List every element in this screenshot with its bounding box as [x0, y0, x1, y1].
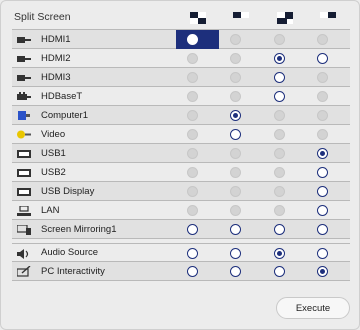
selection-highlight	[176, 30, 219, 49]
source-row: Audio Source	[12, 243, 350, 262]
radio-button	[229, 148, 241, 159]
radio-button[interactable]	[229, 129, 241, 140]
radio-button[interactable]	[316, 224, 328, 235]
radio-button[interactable]	[229, 224, 241, 235]
radio-button[interactable]	[316, 266, 328, 277]
source-label: HDMI1	[41, 33, 71, 45]
speaker-icon	[17, 248, 31, 259]
layout-2-icon	[233, 12, 249, 24]
source-row: Computer1	[12, 106, 350, 125]
usb-display-icon	[17, 149, 31, 158]
radio-button	[186, 53, 198, 64]
execute-button[interactable]: Execute	[276, 297, 350, 319]
radio-button[interactable]	[186, 34, 198, 45]
source-label: Computer1	[41, 109, 88, 121]
radio-button	[186, 148, 198, 159]
source-label: HDMI2	[41, 52, 71, 64]
radio-button	[229, 186, 241, 197]
radio-button[interactable]	[186, 266, 198, 277]
source-label: USB Display	[41, 185, 95, 197]
radio-button[interactable]	[186, 224, 198, 235]
source-row: USB1	[12, 144, 350, 163]
radio-button[interactable]	[229, 110, 241, 121]
radio-button	[229, 91, 241, 102]
radio-button[interactable]	[316, 205, 328, 216]
computer-port-icon	[17, 111, 31, 120]
usb-display-icon	[17, 168, 31, 177]
source-row: Screen Mirroring1	[12, 220, 350, 239]
source-label: HDMI3	[41, 71, 71, 83]
radio-button[interactable]	[273, 72, 285, 83]
source-label: HDBaseT	[41, 90, 83, 102]
source-row: LAN	[12, 201, 350, 220]
video-icon	[17, 130, 31, 139]
radio-button	[273, 110, 285, 121]
radio-button	[273, 34, 285, 45]
source-label: Audio Source	[41, 247, 99, 258]
pen-interactivity-icon	[17, 266, 31, 277]
source-label: Video	[41, 128, 66, 140]
radio-button	[273, 205, 285, 216]
radio-button	[316, 91, 328, 102]
source-row: USB Display	[12, 182, 350, 201]
source-row: PC Interactivity	[12, 262, 350, 281]
source-row: USB2	[12, 163, 350, 182]
radio-button[interactable]	[316, 53, 328, 64]
hdbaset-icon	[17, 92, 31, 101]
radio-button	[186, 129, 198, 140]
radio-button	[316, 34, 328, 45]
radio-button	[186, 72, 198, 83]
hdmi-icon	[17, 54, 31, 63]
radio-button	[316, 72, 328, 83]
radio-button	[229, 53, 241, 64]
usb-display-icon	[17, 187, 31, 196]
radio-button	[316, 110, 328, 121]
radio-button[interactable]	[273, 91, 285, 102]
radio-button	[186, 167, 198, 178]
radio-button[interactable]	[186, 248, 198, 259]
source-label: Screen Mirroring1	[41, 223, 117, 235]
lan-icon	[17, 205, 31, 216]
screen-mirroring-icon	[17, 224, 31, 235]
radio-button	[229, 205, 241, 216]
radio-button	[229, 167, 241, 178]
hdmi-icon	[17, 35, 31, 44]
hdmi-icon	[17, 73, 31, 82]
radio-button	[273, 167, 285, 178]
radio-button	[186, 186, 198, 197]
source-grid: HDMI1 HDMI2 HDMI3 HDBaseT Computer1 Video USB1…	[12, 29, 350, 281]
source-row: HDMI1	[12, 30, 350, 49]
radio-button[interactable]	[273, 53, 285, 64]
radio-button	[186, 91, 198, 102]
panel-title: Split Screen	[14, 11, 71, 23]
radio-button[interactable]	[273, 224, 285, 235]
radio-button[interactable]	[316, 148, 328, 159]
radio-button[interactable]	[316, 248, 328, 259]
radio-button	[273, 129, 285, 140]
source-row: HDMI3	[12, 68, 350, 87]
radio-button	[186, 205, 198, 216]
radio-button	[229, 72, 241, 83]
source-label: USB1	[41, 147, 66, 159]
radio-button	[273, 186, 285, 197]
radio-button	[316, 129, 328, 140]
radio-button[interactable]	[273, 266, 285, 277]
radio-button	[186, 110, 198, 121]
radio-button	[229, 34, 241, 45]
source-row: HDBaseT	[12, 87, 350, 106]
radio-button[interactable]	[316, 167, 328, 178]
radio-button[interactable]	[316, 186, 328, 197]
radio-button[interactable]	[229, 266, 241, 277]
source-label: USB2	[41, 166, 66, 178]
layout-3-icon	[277, 12, 293, 24]
layout-1-icon	[190, 12, 206, 24]
source-row: HDMI2	[12, 49, 350, 68]
radio-button[interactable]	[229, 248, 241, 259]
source-label: PC Interactivity	[41, 265, 105, 277]
layout-4-icon	[320, 12, 336, 24]
source-label: LAN	[41, 204, 60, 216]
radio-button	[273, 148, 285, 159]
source-row: Video	[12, 125, 350, 144]
radio-button[interactable]	[273, 248, 285, 259]
